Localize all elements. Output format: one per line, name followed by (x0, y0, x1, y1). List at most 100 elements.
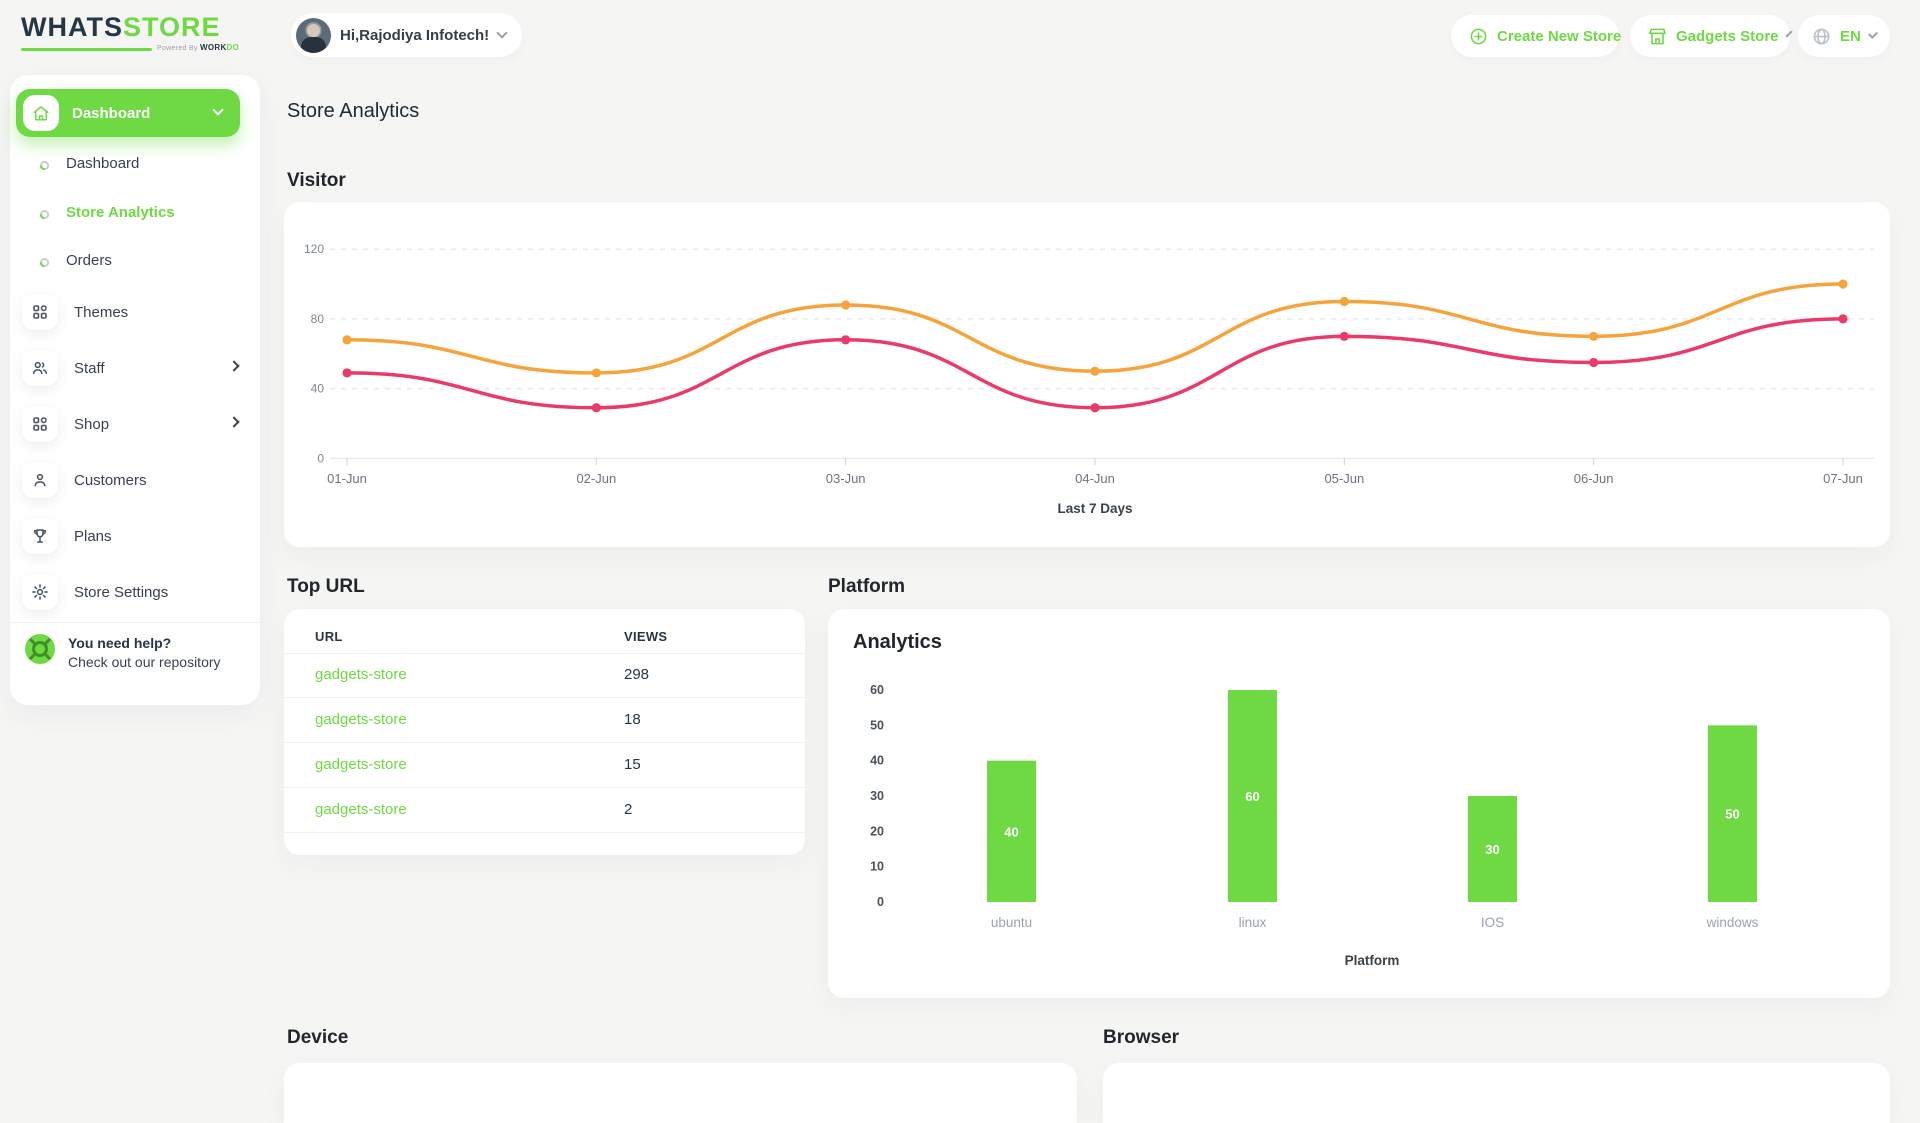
url-link[interactable]: gadgets-store (315, 711, 407, 728)
sidebar-item-plans[interactable]: Plans (10, 510, 260, 562)
svg-text:05-Jun: 05-Jun (1324, 471, 1364, 486)
help-subtitle: Check out our repository (68, 654, 221, 670)
url-link[interactable]: gadgets-store (315, 801, 407, 818)
svg-text:Platform: Platform (1345, 953, 1400, 968)
language-label: EN (1840, 28, 1861, 45)
store-selector-label: Gadgets Store (1676, 28, 1779, 45)
staff-icon (22, 350, 58, 386)
store-selector[interactable]: Gadgets Store (1630, 15, 1790, 57)
plus-circle-icon (1469, 27, 1488, 46)
visitor-heading: Visitor (287, 170, 346, 192)
logo-underline (21, 48, 152, 51)
url-link[interactable]: gadgets-store (315, 756, 407, 773)
chevron-right-icon (228, 360, 239, 371)
platform-bar-chart: 605040302010040ubuntu60linux30IOS50windo… (828, 609, 1890, 998)
chevron-down-icon (1785, 30, 1792, 37)
svg-text:windows: windows (1706, 915, 1759, 930)
sidebar-subitem-orders[interactable]: Orders (10, 236, 260, 284)
browser-heading: Browser (1103, 1027, 1179, 1049)
svg-text:120: 120 (304, 242, 324, 256)
visitor-line-chart: 120 80 40 001-Jun 02-Jun 03-Jun 04-Jun 05-Jun 06… (284, 202, 1890, 547)
user-menu[interactable]: Hi,Rajodiya Infotech! (291, 13, 522, 57)
svg-text:02-Jun: 02-Jun (576, 471, 616, 486)
views-value: 2 (624, 801, 632, 818)
bullet-icon (39, 255, 50, 266)
svg-text:40: 40 (870, 754, 884, 768)
sidebar-divider (10, 622, 260, 623)
logo-powered-by: Powered By WORKDO (157, 43, 239, 52)
bullet-icon (39, 207, 50, 218)
page-title: Store Analytics (287, 100, 419, 123)
svg-text:40: 40 (1004, 824, 1018, 839)
svg-text:10: 10 (870, 860, 884, 874)
table-row: gadgets-store 15 (284, 743, 805, 788)
grid-icon (22, 294, 58, 330)
svg-text:40: 40 (311, 382, 325, 396)
create-new-store-label: Create New Store (1497, 28, 1621, 45)
svg-text:IOS: IOS (1481, 915, 1504, 930)
whatsstore-logo[interactable]: WHATSSTORE Powered By WORKDO (21, 12, 221, 43)
sidebar-item-customers[interactable]: Customers (10, 454, 260, 506)
chevron-down-icon (212, 104, 223, 115)
bullet-icon (39, 158, 50, 169)
chevron-down-icon (497, 27, 508, 38)
sidebar-group-dashboard[interactable]: Dashboard (16, 89, 240, 137)
browser-chart-card (1103, 1063, 1890, 1123)
help-title: You need help? (68, 635, 221, 651)
row-divider (284, 832, 805, 833)
svg-text:20: 20 (870, 824, 884, 838)
visitor-chart-card: 120 80 40 001-Jun 02-Jun 03-Jun 04-Jun 05-Jun 06… (284, 202, 1890, 547)
gear-icon (22, 574, 58, 610)
device-chart-card (284, 1063, 1077, 1123)
sidebar: Dashboard Dashboard Store Analytics Orde… (10, 75, 260, 705)
grid-icon (22, 406, 58, 442)
sidebar-item-store-settings[interactable]: Store Settings (10, 566, 260, 618)
logo-text-dark: WHATS (21, 12, 123, 42)
create-new-store-button[interactable]: Create New Store (1451, 15, 1619, 57)
views-value: 298 (624, 666, 649, 683)
sidebar-item-themes[interactable]: Themes (10, 286, 260, 338)
svg-text:30: 30 (870, 789, 884, 803)
views-value: 18 (624, 711, 641, 728)
svg-text:linux: linux (1239, 915, 1267, 930)
platform-chart-card: Analytics 605040302010040ubuntu60linux30… (828, 609, 1890, 998)
trophy-icon (22, 518, 58, 554)
table-row: gadgets-store 2 (284, 788, 805, 833)
views-value: 15 (624, 756, 641, 773)
logo-text-green: STORE (123, 12, 221, 42)
top-url-heading: Top URL (287, 576, 365, 598)
table-row: gadgets-store 298 (284, 653, 805, 698)
sidebar-subitem-dashboard[interactable]: Dashboard (10, 139, 260, 187)
chevron-down-icon (1868, 29, 1878, 39)
user-greeting: Hi,Rajodiya Infotech! (340, 27, 489, 44)
svg-text:ubuntu: ubuntu (991, 915, 1032, 930)
svg-text:03-Jun: 03-Jun (826, 471, 866, 486)
top-bar: WHATSSTORE Powered By WORKDO Hi,Rajodiya… (0, 0, 1920, 72)
sidebar-item-shop[interactable]: Shop (10, 398, 260, 450)
svg-text:07-Jun: 07-Jun (1823, 471, 1863, 486)
svg-text:0: 0 (877, 895, 884, 909)
table-header-views: VIEWS (624, 629, 667, 644)
table-header-url: URL (315, 629, 343, 644)
table-row: gadgets-store 18 (284, 698, 805, 743)
svg-text:04-Jun: 04-Jun (1075, 471, 1115, 486)
svg-text:0: 0 (317, 451, 324, 465)
svg-text:60: 60 (1245, 789, 1259, 804)
sidebar-subitem-store-analytics[interactable]: Store Analytics (10, 188, 260, 236)
svg-text:60: 60 (870, 683, 884, 697)
user-avatar (296, 18, 331, 53)
chevron-right-icon (228, 416, 239, 427)
device-heading: Device (287, 1027, 348, 1049)
globe-icon (1812, 27, 1831, 46)
help-link[interactable]: You need help? Check out our repository (24, 633, 246, 689)
svg-text:06-Jun: 06-Jun (1574, 471, 1614, 486)
svg-text:01-Jun: 01-Jun (327, 471, 367, 486)
lifebuoy-icon (24, 633, 56, 670)
url-link[interactable]: gadgets-store (315, 666, 407, 683)
sidebar-item-staff[interactable]: Staff (10, 342, 260, 394)
person-icon (22, 462, 58, 498)
platform-heading: Platform (828, 576, 905, 598)
language-selector[interactable]: EN (1798, 15, 1890, 57)
svg-text:80: 80 (311, 312, 325, 326)
home-icon (23, 95, 59, 131)
